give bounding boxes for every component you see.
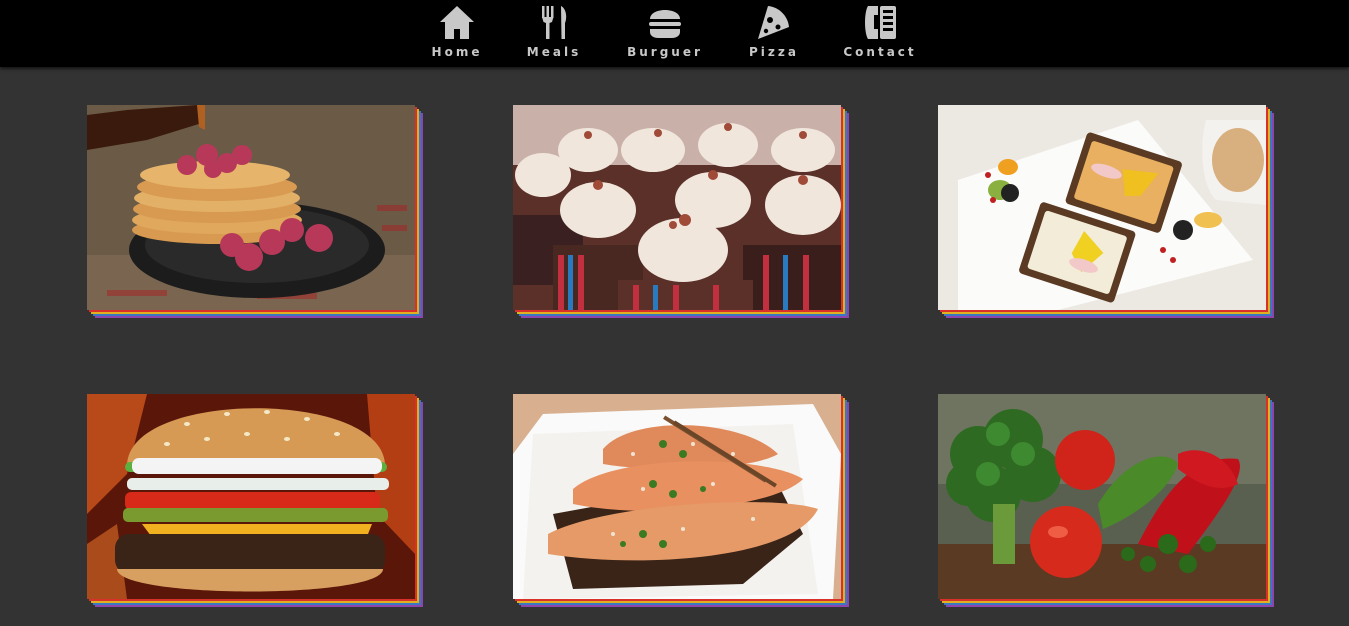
contact-phone-icon (865, 6, 896, 39)
nav-home[interactable]: Home (428, 0, 486, 67)
cupcakes-image (513, 105, 841, 310)
gallery-card-sandwiches[interactable] (938, 105, 1274, 318)
gallery-card-vegetables[interactable] (938, 394, 1274, 607)
gallery-card-cupcakes[interactable] (513, 105, 849, 318)
sandwiches-image (938, 105, 1266, 310)
burger-image (87, 394, 415, 599)
nav-contact[interactable]: Contact (838, 0, 922, 67)
salmon-image (513, 394, 841, 599)
burger-icon (649, 10, 681, 38)
nav-burguer[interactable]: Burguer (622, 0, 708, 67)
nav-pizza[interactable]: Pizza (744, 0, 804, 67)
pizza-slice-icon (758, 6, 789, 39)
top-navbar: Home Meals Burguer Pizza Contact (0, 0, 1349, 67)
home-icon (440, 6, 474, 39)
nav-burguer-label: Burguer (627, 45, 703, 59)
gallery-card-salmon[interactable] (513, 394, 849, 607)
nav-home-label: Home (431, 45, 483, 59)
nav-meals-label: Meals (526, 45, 582, 59)
nav-contact-label: Contact (843, 45, 917, 59)
nav-meals[interactable]: Meals (522, 0, 586, 67)
nav-pizza-label: Pizza (749, 45, 799, 59)
vegetables-image (938, 394, 1266, 599)
gallery-card-burger[interactable] (87, 394, 423, 607)
pancakes-image (87, 105, 415, 310)
gallery-card-pancakes[interactable] (87, 105, 423, 318)
fork-knife-icon (542, 6, 567, 39)
